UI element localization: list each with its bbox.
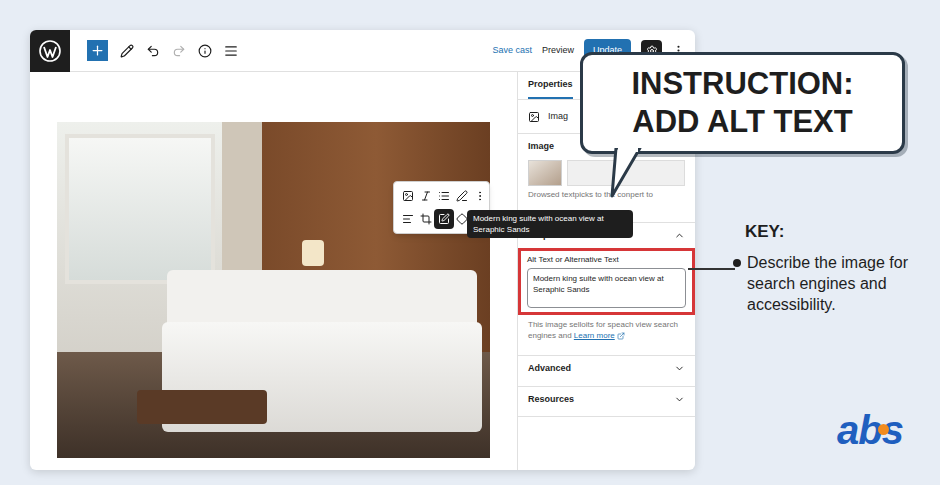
- logo-dot-icon: [878, 424, 889, 435]
- editor-canvas: Modern king suite with ocean view at Ser…: [30, 72, 517, 470]
- bullet-dot: [733, 259, 741, 267]
- block-toolbar-button[interactable]: [452, 186, 472, 206]
- block-toolbar-button[interactable]: [416, 186, 436, 206]
- alt-text-highlight: Alt Text or Alternative TextModern king …: [518, 248, 695, 315]
- sidebar-tab[interactable]: Properties: [528, 78, 573, 100]
- image-block[interactable]: Modern king suite with ocean view at Ser…: [57, 122, 490, 458]
- block-toolbar-button[interactable]: [470, 186, 490, 206]
- preview-button[interactable]: Preview: [542, 44, 574, 58]
- room-photo: [57, 122, 490, 458]
- sidebar-section: Resources: [518, 387, 695, 418]
- image-icon: [402, 190, 414, 202]
- learn-more-link[interactable]: Learn more: [574, 331, 615, 340]
- alt-text-icon: [438, 213, 450, 225]
- crop-icon: [420, 213, 432, 225]
- key-title: KEY:: [745, 222, 925, 242]
- instruction-callout: INSTRUCTION:ADD ALT TEXT: [580, 52, 905, 154]
- tutorial-graphic: Save castPreviewUpdateModern king suite …: [0, 0, 940, 485]
- alt-text-tooltip: Modern king suite with ocean view at Ser…: [467, 210, 633, 238]
- sidebar-section: Advanced: [518, 356, 695, 387]
- chevron-icon: [674, 394, 685, 405]
- pencil-icon[interactable]: [120, 44, 134, 58]
- block-toolbar-button[interactable]: [398, 186, 418, 206]
- block-toolbar-button[interactable]: [416, 209, 436, 229]
- plus-icon: [90, 43, 105, 58]
- image-thumbnail[interactable]: [528, 160, 562, 186]
- add-block-button[interactable]: [87, 40, 108, 61]
- italic-icon: [420, 190, 432, 202]
- more-icon: [474, 190, 486, 202]
- align-icon: [402, 213, 414, 225]
- image-icon: [528, 111, 540, 123]
- connector-line: [688, 268, 735, 270]
- block-toolbar-button[interactable]: [434, 209, 454, 229]
- outline-icon[interactable]: [224, 44, 238, 58]
- block-toolbar-button[interactable]: [398, 209, 418, 229]
- undo-icon[interactable]: [146, 44, 160, 58]
- info-icon[interactable]: [198, 44, 212, 58]
- alt-text-field[interactable]: Modern king suite with ocean view at Ser…: [527, 268, 686, 308]
- abs-logo: abs: [837, 410, 925, 450]
- key-item: Describe the image for search engines an…: [745, 252, 925, 315]
- external-link-icon: [617, 332, 625, 340]
- wordpress-button[interactable]: [30, 30, 70, 72]
- sidebar-section: PropertiesAlt Text or Alternative TextMo…: [518, 223, 695, 357]
- save-draft-button[interactable]: Save cast: [492, 44, 532, 58]
- block-toolbar-button[interactable]: [434, 186, 454, 206]
- redo-icon[interactable]: [172, 44, 186, 58]
- pen-icon: [456, 190, 468, 202]
- section-header[interactable]: Resources: [518, 387, 695, 413]
- chevron-icon: [674, 363, 685, 374]
- callout-tail-icon: [610, 148, 650, 200]
- chevron-icon: [674, 230, 685, 241]
- wordpress-logo-icon: [39, 40, 61, 62]
- section-header[interactable]: Advanced: [518, 356, 695, 382]
- list-icon: [438, 190, 450, 202]
